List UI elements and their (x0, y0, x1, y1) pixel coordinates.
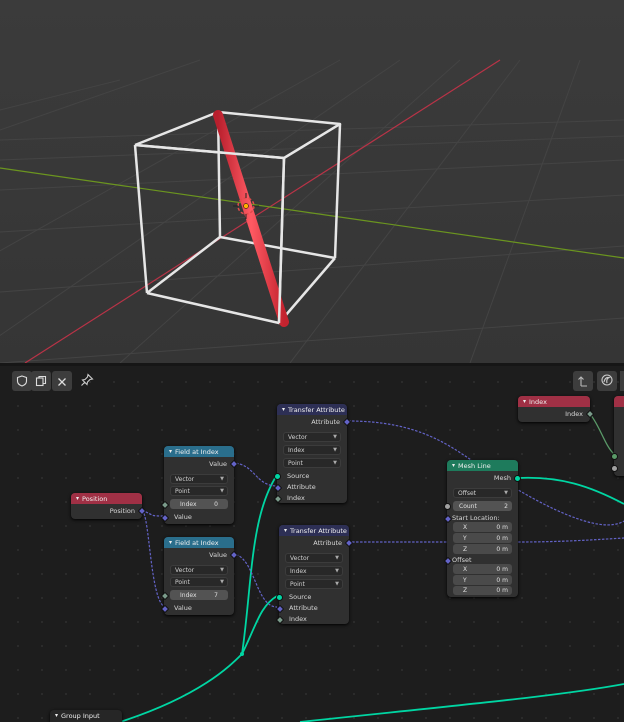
input-value: Value (174, 512, 192, 521)
node-header[interactable]: ▾ Group Input (50, 710, 122, 721)
node-header[interactable]: ▾ Field at Index (164, 537, 234, 548)
node-header[interactable]: ▾ Field at Index (164, 446, 234, 457)
node-title: Position (82, 494, 108, 503)
viewport-scene (0, 0, 624, 363)
transfer-attribute-node-1[interactable]: ▾ Transfer Attribute Attribute Vector ▼ I… (273, 404, 352, 504)
data-type-dropdown[interactable]: Vector ▼ (170, 565, 228, 575)
input-attribute: Attribute (289, 603, 318, 612)
input-socket[interactable] (611, 465, 618, 472)
transfer-attribute-node-2[interactable]: ▾ Transfer Attribute Attribute Vector ▼ I… (275, 525, 354, 625)
output-attribute: Attribute (311, 417, 340, 426)
data-type-dropdown[interactable]: Vector ▼ (283, 432, 341, 442)
node-title: Transfer Attribute (290, 526, 347, 535)
collapse-chevron-icon[interactable]: ▾ (282, 406, 285, 413)
offset-y-field[interactable]: Y0 m (453, 575, 512, 585)
output-value: Value (209, 550, 227, 559)
position-node-header[interactable]: ▾ Position (71, 493, 142, 504)
start-z-field[interactable]: Z0 m (453, 544, 512, 554)
mode-dropdown[interactable]: Offset ▼ (453, 488, 512, 498)
source-input-socket[interactable] (276, 594, 283, 601)
data-type-dropdown[interactable]: Vector ▼ (170, 474, 228, 484)
collapse-chevron-icon[interactable]: ▾ (284, 527, 287, 534)
collapse-chevron-icon[interactable]: ▾ (169, 539, 172, 546)
collapse-chevron-icon[interactable]: ▾ (452, 462, 455, 469)
collapse-chevron-icon[interactable]: ▾ (55, 712, 58, 719)
index-field[interactable]: Index 0 (170, 499, 228, 509)
domain-dropdown[interactable]: Point ▼ (283, 458, 341, 468)
domain-dropdown[interactable]: Point ▼ (170, 577, 228, 587)
node-title: Mesh Line (458, 461, 491, 470)
start-y-field[interactable]: Y0 m (453, 533, 512, 543)
field-at-index-node-1[interactable]: ▾ Field at Index Value Vector ▼ Point ▼ In… (160, 446, 239, 524)
index-node[interactable]: ▾ Index Index (518, 396, 595, 422)
group-input-node[interactable]: ▾ Group Input (50, 710, 122, 722)
collapse-chevron-icon[interactable]: ▾ (76, 495, 79, 502)
position-node[interactable]: ▾ Position Position (71, 493, 147, 519)
source-input-socket[interactable] (274, 473, 281, 480)
node-header[interactable]: ▾ Transfer Attribute (279, 525, 349, 536)
3d-viewport[interactable] (0, 0, 624, 363)
input-source: Source (289, 592, 312, 601)
offset-z-field[interactable]: Z0 m (453, 586, 512, 595)
node-editor[interactable]: ▾ Position Position ▾ Field at Index Val… (0, 366, 624, 722)
node-header[interactable] (614, 396, 624, 407)
start-x-field[interactable]: X0 m (453, 522, 512, 532)
node-title: Field at Index (175, 538, 219, 547)
node-title: Field at Index (175, 447, 219, 456)
node-header[interactable]: ▾ Mesh Line (447, 460, 518, 471)
node-header[interactable]: ▾ Index (518, 396, 590, 407)
node-title: Index (529, 397, 547, 406)
node-title: Transfer Attribute (288, 405, 345, 414)
output-value: Value (209, 459, 227, 468)
mesh-output-socket[interactable] (514, 475, 521, 482)
output-index: Index (565, 409, 583, 418)
output-mesh: Mesh (493, 473, 511, 482)
count-field[interactable]: Count 2 (453, 501, 512, 511)
node-title: Group Input (61, 711, 100, 720)
mapping-dropdown[interactable]: Index ▼ (285, 566, 343, 576)
offset-x-field[interactable]: X0 m (453, 564, 512, 574)
collapse-chevron-icon[interactable]: ▾ (523, 398, 526, 405)
data-type-dropdown[interactable]: Vector ▼ (285, 553, 343, 563)
mesh-line-node[interactable]: ▾ Mesh Line Mesh Offset ▼ Count 2 Start Lo… (443, 460, 521, 597)
collapse-chevron-icon[interactable]: ▾ (169, 448, 172, 455)
node-header[interactable]: ▾ Transfer Attribute (277, 404, 347, 415)
mapping-dropdown[interactable]: Index ▼ (283, 445, 341, 455)
offscreen-node[interactable] (611, 396, 624, 476)
input-index: Index (287, 493, 305, 502)
input-index: Index (289, 614, 307, 623)
output-attribute: Attribute (313, 538, 342, 547)
domain-dropdown[interactable]: Point ▼ (285, 579, 343, 589)
input-attribute: Attribute (287, 482, 316, 491)
input-source: Source (287, 471, 310, 480)
input-value: Value (174, 603, 192, 612)
input-socket[interactable] (611, 453, 618, 460)
output-position: Position (109, 506, 135, 515)
domain-dropdown[interactable]: Point ▼ (170, 486, 228, 496)
count-input-socket[interactable] (444, 503, 451, 510)
field-at-index-node-2[interactable]: ▾ Field at Index Value Vector ▼ Point ▼ In… (160, 537, 239, 615)
index-field[interactable]: Index 7 (170, 590, 228, 600)
